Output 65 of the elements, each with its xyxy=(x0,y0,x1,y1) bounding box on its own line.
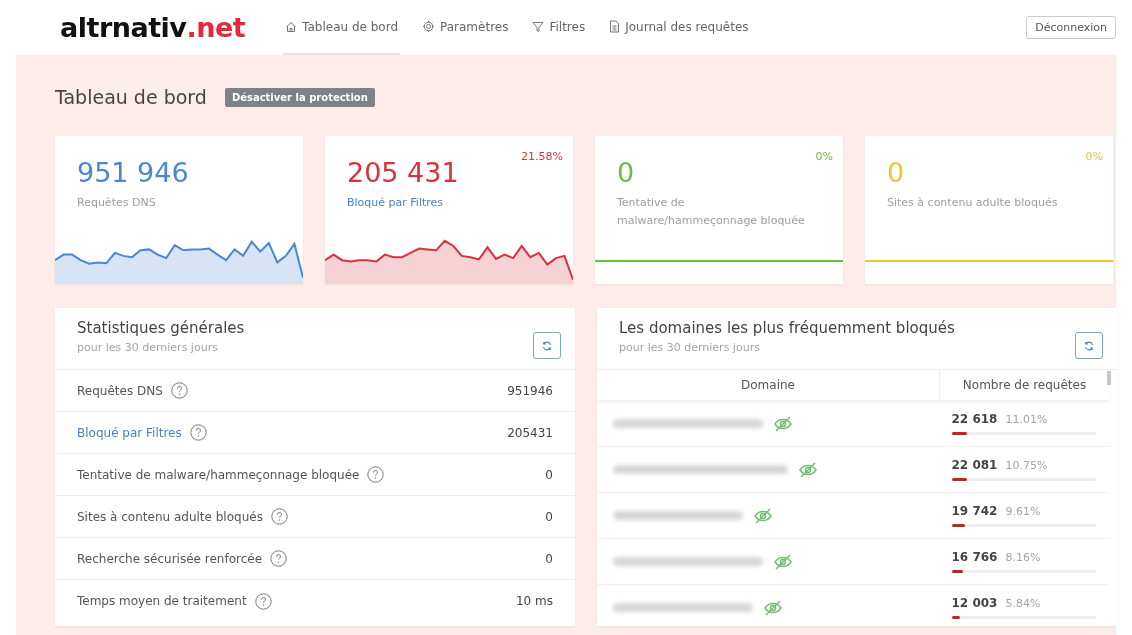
stat-label[interactable]: Bloqué par Filtres xyxy=(77,425,182,440)
stat-value: 0 xyxy=(545,551,553,566)
hidden-eye-icon[interactable] xyxy=(773,552,793,571)
stat-label: Temps moyen de traitement xyxy=(77,594,247,608)
logout-button[interactable]: Déconnexion xyxy=(1026,16,1116,39)
stat-label: Sites à contenu adulte bloqués xyxy=(77,509,263,524)
stat-percent: 21.58% xyxy=(521,150,563,163)
nav-link[interactable]: Filtres xyxy=(530,0,588,55)
request-count: 12 003 xyxy=(951,596,998,610)
stat-percent: 0% xyxy=(815,150,833,163)
stat-value: 10 ms xyxy=(515,594,553,608)
document-icon xyxy=(609,20,621,33)
stat-label: Tentative de malware/hammeçonnage bloquée xyxy=(77,467,360,482)
refresh-button[interactable] xyxy=(533,332,561,359)
request-count: 16 766 xyxy=(951,550,998,564)
stat-value: 0 xyxy=(545,467,553,482)
refresh-button[interactable] xyxy=(1075,332,1103,359)
stat-label[interactable]: Bloqué par Filtres xyxy=(347,194,537,212)
disable-protection-button[interactable]: Désactiver la protection xyxy=(224,87,375,107)
help-icon[interactable] xyxy=(189,424,207,441)
stat-label: Recherche sécurisée renforcée xyxy=(77,551,263,566)
home-icon xyxy=(285,20,298,33)
column-header: Nombre de requêtes xyxy=(962,378,1087,392)
stat-label: Tentative de malware/hammeçonnage bloquée xyxy=(617,195,806,229)
request-percent: 5.84% xyxy=(1005,597,1041,610)
help-icon[interactable] xyxy=(254,592,272,610)
filter-icon xyxy=(532,20,545,33)
nav-link[interactable]: Paramètres xyxy=(420,0,511,55)
refresh-icon xyxy=(1084,340,1094,351)
panel-title: Les domaines les plus fréquemment bloqués xyxy=(619,318,955,338)
help-icon[interactable] xyxy=(270,550,288,567)
stat-label: Requêtes DNS xyxy=(77,383,163,398)
stat-label: Sites à contenu adulte bloqués xyxy=(887,195,1059,211)
nav-link[interactable]: Journal des requêtes xyxy=(607,0,751,55)
hidden-eye-icon[interactable] xyxy=(763,598,783,617)
stat-value: 0 xyxy=(887,156,906,190)
stat-percent: 0% xyxy=(1085,150,1103,163)
column-header: Domaine xyxy=(741,378,795,392)
stat-value: 0 xyxy=(617,156,636,190)
settings-icon xyxy=(422,20,436,33)
help-icon[interactable] xyxy=(367,466,385,483)
request-percent: 8.16% xyxy=(1005,551,1041,564)
hidden-eye-icon[interactable] xyxy=(773,414,793,433)
help-icon[interactable] xyxy=(170,382,188,399)
request-percent: 11.01% xyxy=(1005,413,1048,426)
page-title: Tableau de bord xyxy=(55,86,207,108)
hidden-eye-icon[interactable] xyxy=(753,506,773,525)
stat-value: 0 xyxy=(545,509,553,524)
panel-title: Statistiques générales xyxy=(77,318,245,338)
request-percent: 9.61% xyxy=(1005,505,1041,518)
logo[interactable]: altrnativ.net xyxy=(60,12,246,43)
request-count: 22 081 xyxy=(951,458,998,472)
request-count: 22 618 xyxy=(951,412,998,426)
request-percent: 10.75% xyxy=(1005,459,1048,472)
help-icon[interactable] xyxy=(270,508,288,525)
stat-label: Requêtes DNS xyxy=(77,195,157,211)
refresh-icon xyxy=(542,340,552,351)
stat-value: 951946 xyxy=(507,383,553,398)
stat-value: 205431 xyxy=(507,425,553,440)
hidden-eye-icon[interactable] xyxy=(798,460,818,479)
panel-subtitle: pour les 30 derniers jours xyxy=(77,341,219,354)
stat-value: 951 946 xyxy=(77,156,190,190)
scrollbar-thumb[interactable] xyxy=(1107,371,1111,385)
request-count: 19 742 xyxy=(951,504,998,518)
panel-subtitle: pour les 30 derniers jours xyxy=(619,341,761,354)
